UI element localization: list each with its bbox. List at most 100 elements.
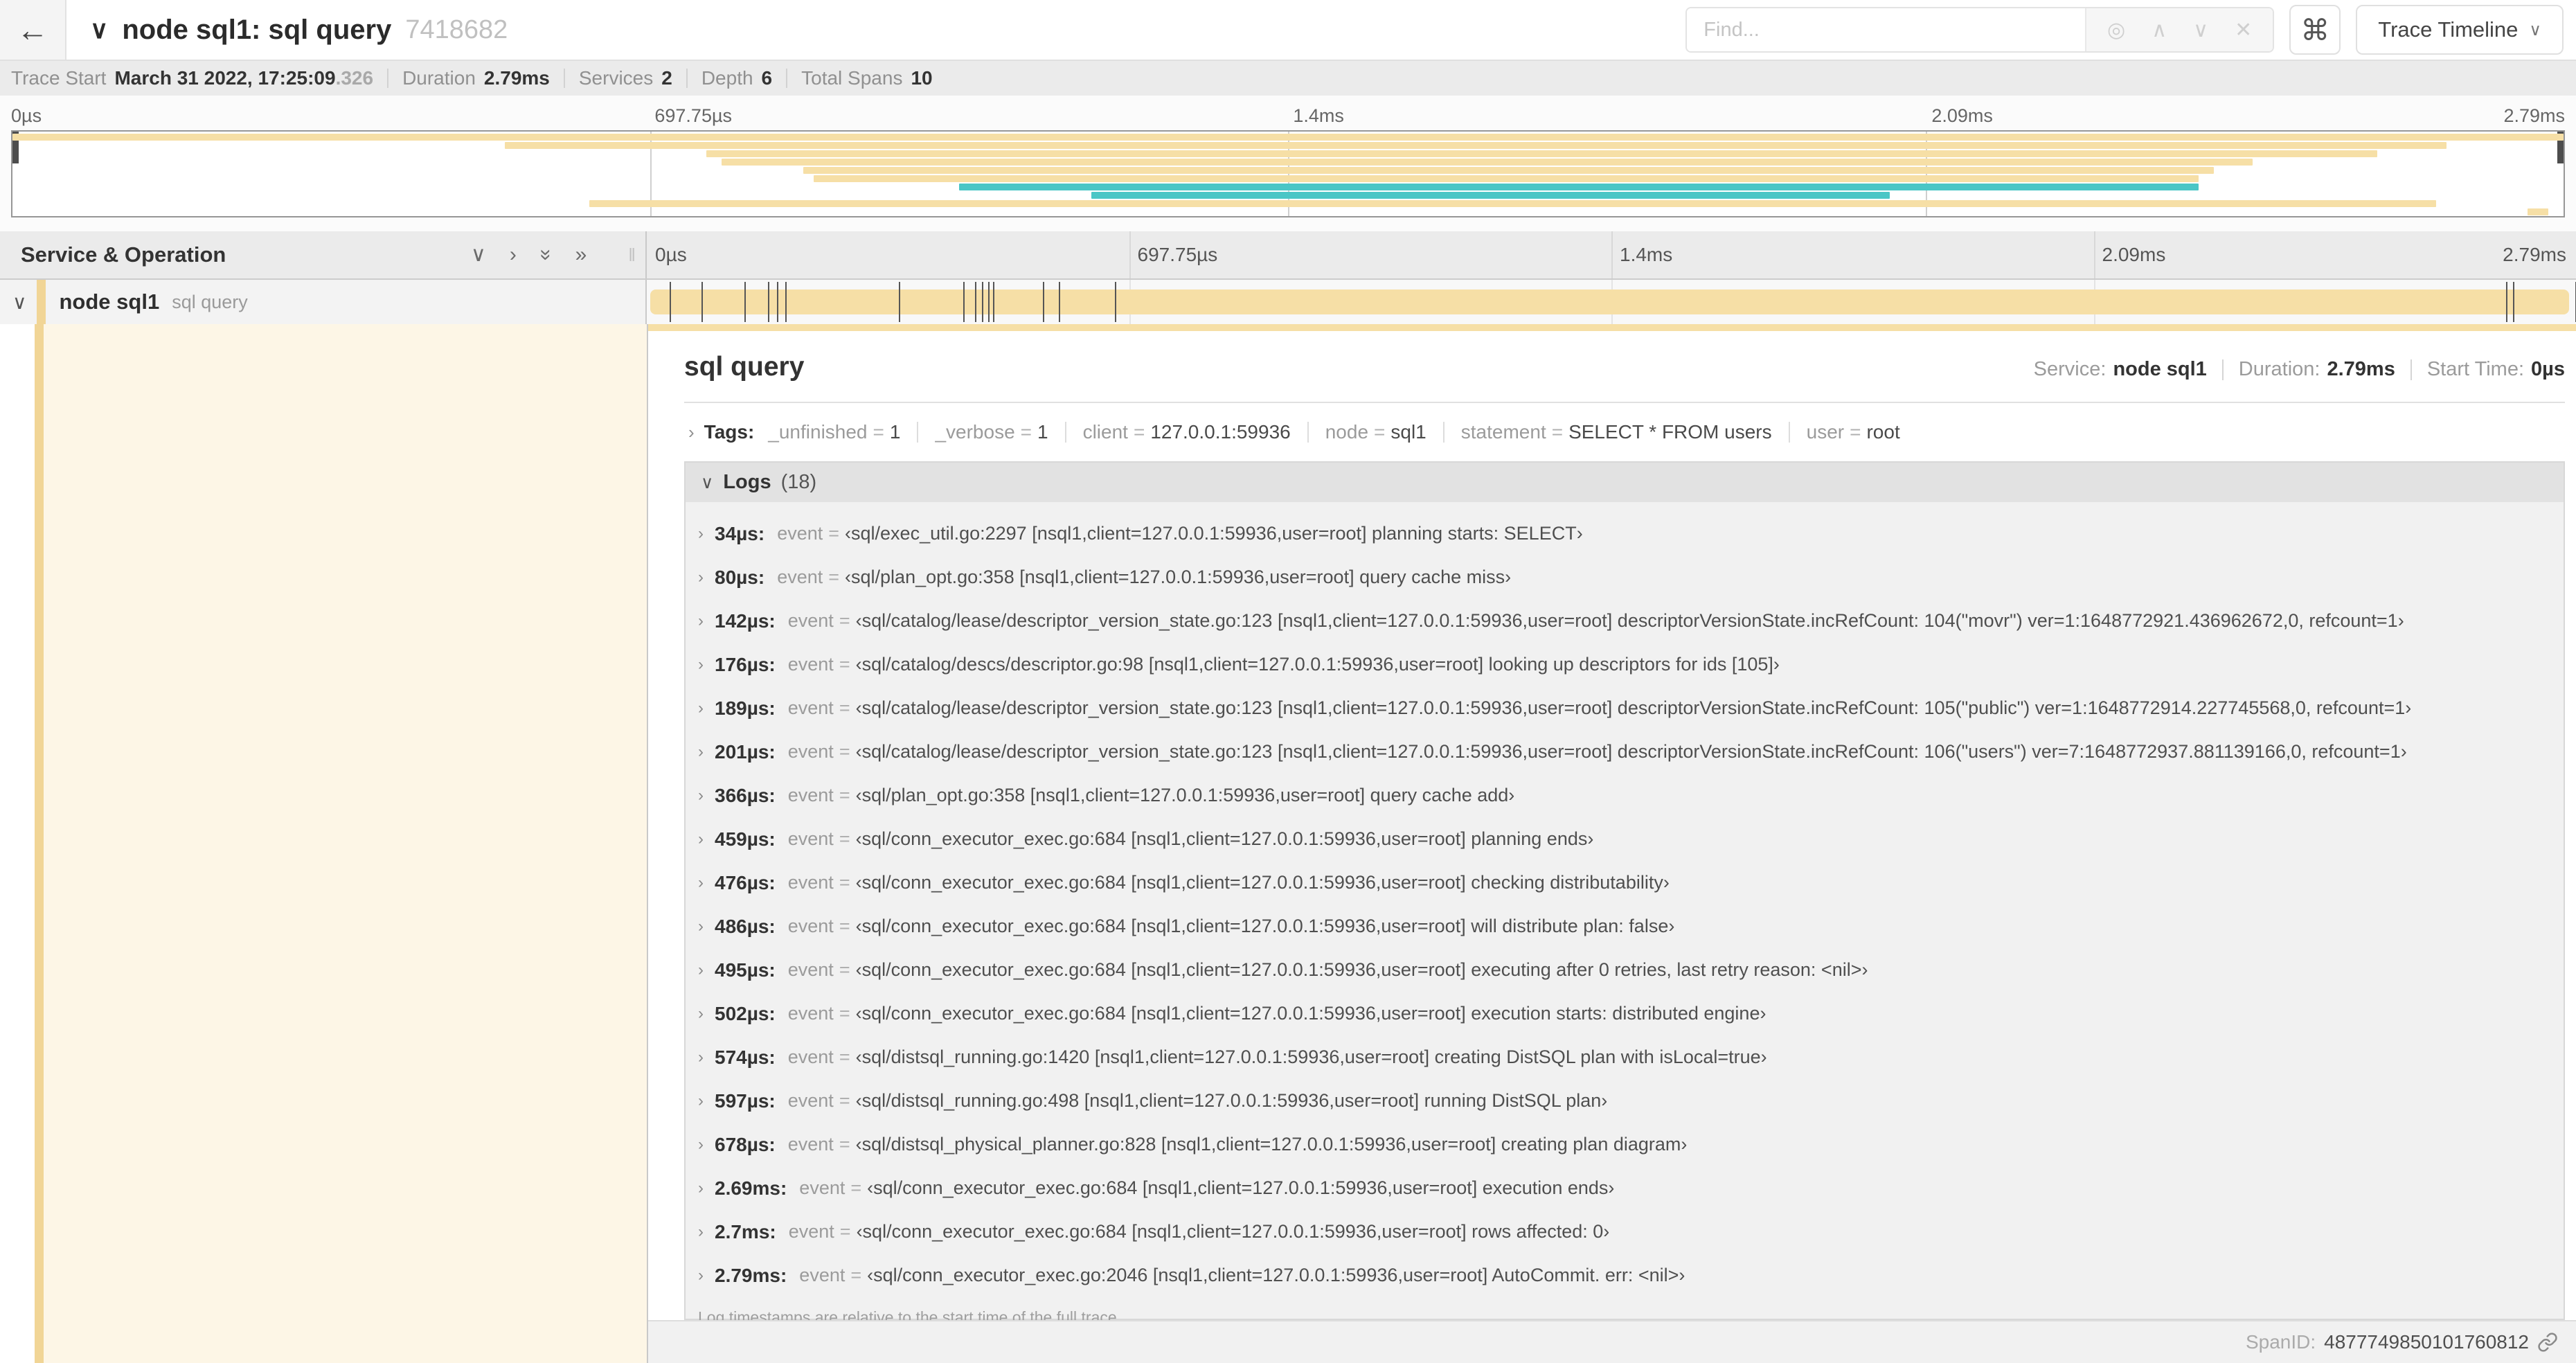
tag-separator	[1788, 422, 1790, 443]
log-field-value: ‹sql/catalog/lease/descriptor_version_st…	[855, 697, 2412, 718]
timeline-header: Service & Operation ∨ › » » ‖ 0µs 697.75µ…	[0, 231, 2576, 280]
log-equals: =	[839, 1134, 850, 1155]
find-input[interactable]	[1687, 8, 2086, 51]
span-operation-name: sql query	[172, 291, 248, 312]
log-row[interactable]: › 176µs: event = ‹sql/catalog/descs/descript…	[686, 643, 2564, 686]
span-name-column[interactable]: ∨ node sql1 sql query	[0, 280, 647, 324]
log-row[interactable]: › 495µs: event = ‹sql/conn_executor_exec.go:…	[686, 948, 2564, 992]
log-row[interactable]: › 459µs: event = ‹sql/conn_executor_exec.go:…	[686, 817, 2564, 861]
tag-item: user = root	[1807, 421, 1900, 443]
collapse-one-icon[interactable]: ∨	[471, 244, 486, 265]
collapse-all-icon[interactable]: »	[535, 249, 557, 261]
minimap-span-bar	[589, 200, 2436, 207]
tags-expand-chevron-icon[interactable]: ›	[688, 422, 695, 443]
find-prev-icon[interactable]: ∧	[2152, 18, 2167, 42]
view-options-dropdown[interactable]: Trace Timeline ∨	[2356, 5, 2564, 55]
keyboard-shortcuts-button[interactable]: ⌘	[2289, 5, 2341, 55]
expand-one-icon[interactable]: ›	[510, 244, 517, 265]
minimap-canvas[interactable]	[11, 130, 2565, 217]
log-row[interactable]: › 80µs: event = ‹sql/plan_opt.go:358 [nsql1,…	[686, 555, 2564, 599]
trace-minimap: 0µs 697.75µs 1.4ms 2.09ms 2.79ms	[0, 96, 2576, 231]
log-row[interactable]: › 201µs: event = ‹sql/catalog/lease/descript…	[686, 730, 2564, 774]
log-field-key: event	[777, 567, 823, 587]
tag-key: _unfinished	[768, 421, 868, 443]
log-expand-chevron-icon[interactable]: ›	[698, 830, 704, 849]
column-resizer-grip[interactable]: ‖	[628, 244, 636, 266]
minimap-span-bar	[505, 142, 2447, 149]
log-expand-chevron-icon[interactable]: ›	[698, 1004, 704, 1024]
span-service-name: node sql1	[59, 289, 160, 314]
log-equals: =	[839, 916, 850, 936]
find-next-icon[interactable]: ∨	[2193, 18, 2208, 42]
log-expand-chevron-icon[interactable]: ›	[698, 873, 704, 893]
log-row[interactable]: › 366µs: event = ‹sql/plan_opt.go:358 [nsql1…	[686, 774, 2564, 817]
log-equals: =	[850, 1265, 862, 1285]
log-expand-chevron-icon[interactable]: ›	[698, 524, 704, 544]
locate-icon[interactable]: ◎	[2107, 18, 2125, 42]
log-expand-chevron-icon[interactable]: ›	[698, 742, 704, 762]
log-expand-chevron-icon[interactable]: ›	[698, 1048, 704, 1067]
stat-separator	[686, 69, 688, 88]
service-operation-header: Service & Operation ∨ › » » ‖	[0, 231, 647, 278]
tag-separator	[1442, 422, 1444, 443]
log-row[interactable]: › 597µs: event = ‹sql/distsql_running.go:498…	[686, 1079, 2564, 1123]
span-collapse-chevron-icon[interactable]: ∨	[12, 291, 27, 314]
timeline-axis-label: 697.75µs	[1137, 244, 1218, 265]
timeline-gridline	[1129, 231, 1131, 278]
log-row[interactable]: › 502µs: event = ‹sql/conn_executor_exec.go:…	[686, 992, 2564, 1035]
find-clear-icon[interactable]: ✕	[2235, 18, 2252, 42]
log-field-value: ‹sql/conn_executor_exec.go:684 [nsql1,cl…	[855, 1003, 1766, 1024]
log-expand-chevron-icon[interactable]: ›	[698, 1179, 704, 1198]
log-expand-chevron-icon[interactable]: ›	[698, 786, 704, 805]
log-row[interactable]: › 142µs: event = ‹sql/catalog/lease/descript…	[686, 599, 2564, 643]
log-row[interactable]: › 2.69ms: event = ‹sql/conn_executor_exec.go…	[686, 1166, 2564, 1210]
log-equals: =	[839, 1090, 850, 1111]
meta-value: 0µs	[2531, 358, 2565, 380]
log-equals: =	[839, 697, 850, 718]
log-field-value: ‹sql/conn_executor_exec.go:684 [nsql1,cl…	[855, 872, 1670, 893]
log-expand-chevron-icon[interactable]: ›	[698, 568, 704, 587]
stat-item: Total Spans 10	[801, 67, 932, 89]
span-duration-bar[interactable]	[650, 289, 2569, 314]
log-expand-chevron-icon[interactable]: ›	[698, 1222, 704, 1242]
tags-row[interactable]: › Tags: _unfinished = 1 _verbose = 1 client = 12…	[684, 421, 2565, 443]
log-row[interactable]: › 34µs: event = ‹sql/exec_util.go:2297 [nsql…	[686, 512, 2564, 555]
log-expand-chevron-icon[interactable]: ›	[698, 1266, 704, 1285]
logs-collapse-chevron-icon[interactable]: ∨	[701, 472, 713, 493]
log-expand-chevron-icon[interactable]: ›	[698, 1135, 704, 1155]
span-color-stripe	[36, 280, 46, 324]
log-row[interactable]: › 189µs: event = ‹sql/catalog/lease/descript…	[686, 686, 2564, 730]
log-row[interactable]: › 476µs: event = ‹sql/conn_executor_exec.go:…	[686, 861, 2564, 905]
timeline-gridline	[2093, 231, 2095, 278]
tag-separator	[1307, 422, 1309, 443]
expand-all-icon[interactable]: »	[575, 244, 587, 265]
minimap-span-bar	[803, 167, 2215, 174]
stat-value: 10	[911, 67, 933, 89]
log-expand-chevron-icon[interactable]: ›	[698, 961, 704, 980]
view-options-label: Trace Timeline	[2378, 17, 2519, 42]
log-row[interactable]: › 486µs: event = ‹sql/conn_executor_exec.go:…	[686, 905, 2564, 948]
log-expand-chevron-icon[interactable]: ›	[698, 699, 704, 718]
log-expand-chevron-icon[interactable]: ›	[698, 917, 704, 936]
log-field-value: ‹sql/conn_executor_exec.go:684 [nsql1,cl…	[855, 828, 1594, 849]
trace-collapse-chevron-icon[interactable]: ∨	[90, 15, 108, 44]
meta-label: Duration:	[2238, 358, 2320, 380]
log-row[interactable]: › 2.79ms: event = ‹sql/conn_executor_exec.go…	[686, 1254, 2564, 1297]
stat-value: 6	[761, 67, 773, 89]
tag-item: statement = SELECT * FROM users	[1461, 421, 1772, 443]
log-row[interactable]: › 574µs: event = ‹sql/distsql_running.go:142…	[686, 1035, 2564, 1079]
minimap-span-bar	[12, 134, 2564, 141]
tag-value: root	[1866, 421, 1900, 443]
log-expand-chevron-icon[interactable]: ›	[698, 612, 704, 631]
log-marker-tick	[1115, 282, 1117, 322]
copy-link-icon[interactable]	[2537, 1332, 2558, 1353]
log-expand-chevron-icon[interactable]: ›	[698, 655, 704, 675]
logs-header[interactable]: ∨ Logs (18)	[686, 463, 2564, 502]
tag-separator	[917, 422, 919, 443]
log-row[interactable]: › 2.7ms: event = ‹sql/conn_executor_exec.go:…	[686, 1210, 2564, 1254]
log-field-key: event	[787, 1003, 834, 1024]
log-expand-chevron-icon[interactable]: ›	[698, 1092, 704, 1111]
back-button[interactable]: ←	[0, 0, 66, 60]
log-row[interactable]: › 678µs: event = ‹sql/distsql_physical_plann…	[686, 1123, 2564, 1166]
stat-label: Trace Start	[11, 67, 107, 89]
